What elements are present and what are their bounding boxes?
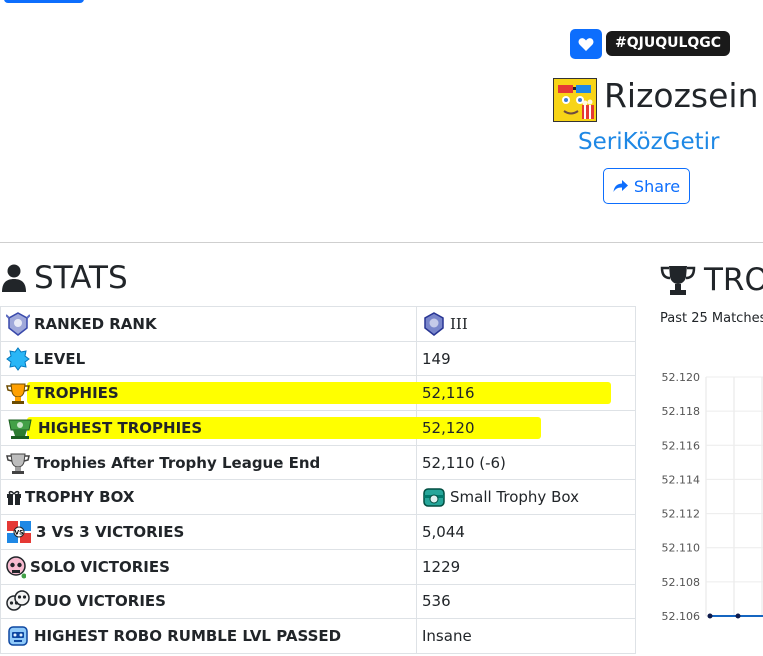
chart-point[interactable] [735, 613, 741, 619]
stats-value: Small Trophy Box [450, 488, 579, 507]
stats-row-solo: SOLO VICTORIES 1229 [0, 548, 636, 585]
chart-y-tick-label: 52.106 [662, 610, 701, 623]
rank-badge-icon [422, 311, 446, 336]
chart-y-tick-label: 52.110 [662, 542, 701, 555]
share-button[interactable]: Share [603, 168, 690, 204]
stats-label: 3 VS 3 VICTORIES [36, 522, 185, 541]
stats-row-robo-rumble: HIGHEST ROBO RUMBLE LVL PASSED Insane [0, 618, 636, 654]
stats-label: DUO VICTORIES [34, 592, 166, 611]
stats-table: RANKED RANK III LEVEL 149 TROPHIES 52,11… [0, 306, 636, 654]
stats-label: RANKED RANK [34, 314, 157, 333]
section-divider [0, 242, 763, 243]
chart-y-tick-label: 52.108 [662, 576, 701, 589]
chart-y-tick-label: 52.118 [662, 405, 701, 418]
svg-text:VS: VS [15, 529, 24, 536]
stats-label: LEVEL [34, 349, 86, 368]
player-tag-badge[interactable]: #QJUQULQGC [606, 31, 731, 56]
past-matches-label: Past 25 Matches [660, 311, 763, 326]
stats-label: Trophies After Trophy League End [34, 453, 321, 472]
trophies-panel-title: TRO [704, 262, 763, 298]
trophies-icon [6, 381, 30, 405]
chart-y-tick-label: 52.114 [662, 473, 701, 486]
stats-row-trophies: TROPHIES 52,116 [0, 375, 636, 412]
stats-label: TROPHIES [34, 384, 119, 403]
avatar-icon [554, 79, 596, 121]
share-icon [613, 179, 628, 192]
trophy-progress-chart: 52.120 52.118 52.116 52.114 52.112 52.110 52.1… [662, 371, 763, 623]
club-link[interactable]: SeriKözGetir [578, 127, 720, 157]
stats-row-trophy-box: TROPHY BOX Small Trophy Box [0, 479, 636, 516]
player-name: Rizozsein [604, 76, 759, 115]
stats-row-level: LEVEL 149 [0, 340, 636, 377]
stats-value: 52,110 (-6) [422, 453, 506, 472]
duo-icon [6, 589, 30, 613]
stats-row-highest-trophies: HIGHEST TROPHIES 52,120 [0, 410, 636, 446]
ranked-rank-icon [6, 311, 30, 336]
robo-rumble-icon [6, 624, 30, 648]
chart-y-tick-label: 52.116 [662, 439, 701, 452]
stats-row-ranked-rank: RANKED RANK III [0, 306, 636, 342]
stats-value: III [450, 314, 468, 333]
gift-icon [6, 485, 22, 509]
stats-label: HIGHEST TROPHIES [38, 418, 203, 437]
stats-value: 536 [422, 592, 451, 611]
stats-value: Insane [422, 627, 472, 646]
3v3-icon: VS [6, 520, 32, 544]
solo-icon [6, 555, 26, 579]
chart-y-tick-label: 52.112 [662, 508, 701, 521]
heart-icon [578, 37, 594, 51]
favorite-button[interactable] [570, 29, 602, 59]
stats-value: 149 [422, 349, 451, 368]
trophies-panel-header: TRO [660, 258, 763, 302]
highest-trophies-icon [6, 416, 34, 440]
stats-value: 5,044 [422, 522, 465, 541]
user-icon [2, 264, 26, 292]
top-button-edge[interactable] [4, 0, 84, 3]
stats-label: HIGHEST ROBO RUMBLE LVL PASSED [34, 627, 342, 646]
trophy-icon [660, 266, 696, 295]
stats-value: 1229 [422, 557, 461, 576]
share-label: Share [633, 176, 681, 196]
level-icon [6, 346, 30, 371]
stats-value: 52,120 [422, 418, 475, 437]
stats-row-trophy-league: Trophies After Trophy League End 52,110 … [0, 444, 636, 481]
stats-value: 52,116 [422, 384, 475, 403]
stats-row-duo: DUO VICTORIES 536 [0, 583, 636, 620]
stats-label: TROPHY BOX [25, 488, 135, 507]
player-avatar [553, 78, 597, 122]
trophy-league-icon [6, 451, 30, 475]
stats-title: STATS [34, 260, 128, 296]
stats-header: STATS [2, 256, 128, 300]
chart-point[interactable] [707, 613, 713, 619]
stats-row-3v3: VS 3 VS 3 VICTORIES 5,044 [0, 514, 636, 550]
chart-y-tick-label: 52.120 [662, 371, 701, 384]
trophy-box-icon [422, 485, 446, 509]
stats-label: SOLO VICTORIES [30, 557, 170, 576]
